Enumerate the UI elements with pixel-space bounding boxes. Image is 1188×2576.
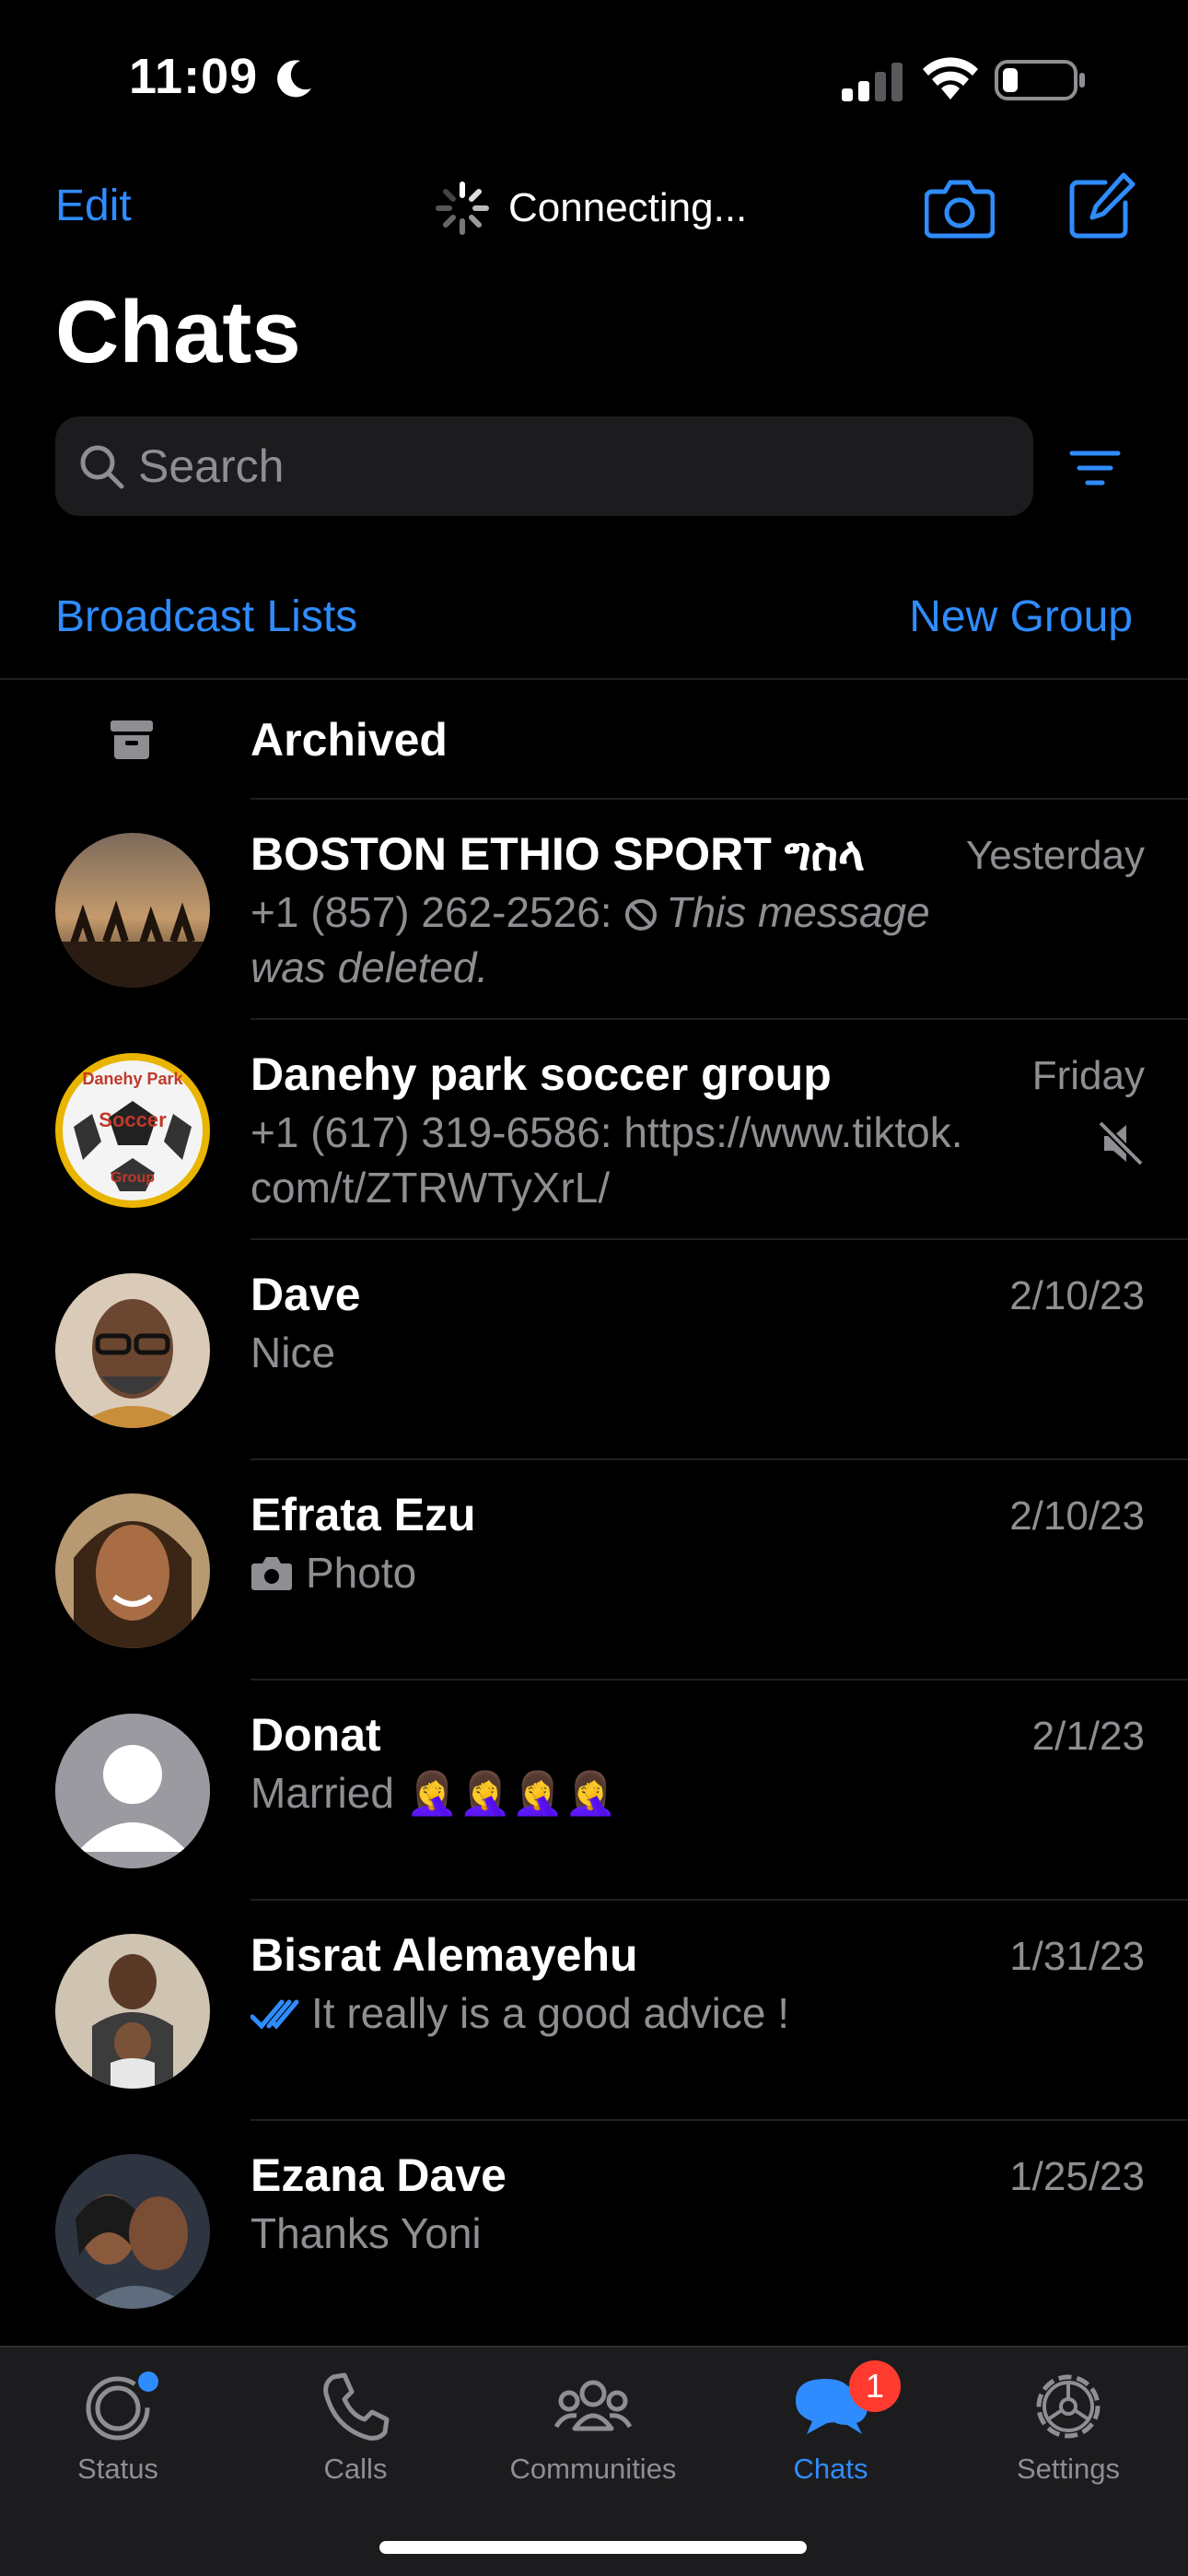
svg-text:Soccer: Soccer (99, 1108, 167, 1131)
moon-icon (277, 60, 311, 98)
tab-label: Chats (793, 2453, 868, 2485)
tab-calls[interactable]: Calls (254, 2368, 457, 2486)
tab-label: Status (77, 2453, 158, 2485)
connection-status: Connecting... (435, 181, 747, 236)
chat-time: 2/1/23 (1031, 1714, 1145, 1759)
connecting-label: Connecting... (508, 185, 748, 230)
avatar (55, 2154, 210, 2309)
phone-icon (323, 2372, 390, 2441)
search-icon (80, 445, 124, 489)
svg-text:Group: Group (111, 1170, 155, 1186)
chat-preview: Photo (250, 1545, 969, 1600)
avatar (55, 833, 210, 988)
chat-row[interactable]: Efrata Ezu 2/10/23 Photo (0, 1460, 1188, 1680)
search-placeholder: Search (138, 440, 285, 492)
edit-button[interactable]: Edit (55, 181, 132, 231)
avatar: Danehy Park Soccer Group (55, 1053, 210, 1208)
chat-preview: Married 🤦‍♀️🤦‍♀️🤦‍♀️🤦‍♀️ (250, 1769, 617, 1817)
deleted-icon (625, 899, 658, 931)
avatar (55, 1714, 210, 1868)
chat-message: Photo (306, 1549, 417, 1597)
chat-message: It really is a good advice ! (311, 1989, 790, 2037)
broadcast-lists-link[interactable]: Broadcast Lists (55, 591, 357, 642)
status-time: 11:09 (129, 49, 259, 104)
unread-badge: 1 (849, 2360, 901, 2412)
chat-time: 1/25/23 (1009, 2154, 1145, 2199)
divider (0, 678, 1188, 680)
chat-time: Yesterday (965, 833, 1145, 878)
spinner-icon (436, 181, 489, 235)
chat-time: Friday (1031, 1053, 1145, 1098)
filter-icon[interactable] (1068, 446, 1122, 490)
search-input[interactable]: Search (55, 416, 1033, 516)
chat-time: 2/10/23 (1009, 1273, 1145, 1318)
communities-icon (553, 2380, 633, 2431)
chat-name: Ezana Dave (250, 2149, 507, 2201)
chat-preview: It really is a good advice ! (250, 1985, 969, 2041)
chat-sender: +1 (617) 319-6586 (250, 1108, 600, 1156)
chat-preview: +1 (617) 319-6586: https://www.tiktok.co… (250, 1105, 969, 1215)
status-unread-dot (138, 2371, 158, 2392)
avatar (55, 1493, 210, 1648)
archived-row[interactable]: Archived (0, 682, 1188, 800)
svg-text:Danehy Park: Danehy Park (82, 1070, 183, 1088)
camera-icon[interactable] (925, 175, 995, 240)
chat-row[interactable]: Donat 2/1/23 Married 🤦‍♀️🤦‍♀️🤦‍♀️🤦‍♀️ (0, 1680, 1188, 1901)
camera-icon (251, 1557, 292, 1590)
tab-communities[interactable]: Communities (492, 2368, 694, 2486)
avatar (55, 1934, 210, 2089)
chat-row[interactable]: Bisrat Alemayehu 1/31/23 It really is a … (0, 1901, 1188, 2121)
chat-row[interactable]: Dave 2/10/23 Nice (0, 1240, 1188, 1460)
archive-icon (111, 720, 153, 759)
tab-chats[interactable]: 1 Chats (729, 2360, 932, 2486)
chat-preview: +1 (857) 262-2526: This message was dele… (250, 884, 969, 995)
new-group-link[interactable]: New Group (909, 591, 1133, 642)
cellular-signal-icon (842, 63, 903, 101)
tab-label: Settings (1016, 2453, 1120, 2485)
tab-label: Communities (509, 2453, 677, 2485)
avatar (55, 1273, 210, 1428)
chat-preview: Nice (250, 1329, 336, 1376)
chat-name: Dave (250, 1269, 361, 1320)
chat-row[interactable]: Danehy Park Soccer Group Danehy park soc… (0, 1020, 1188, 1240)
gear-icon (1036, 2374, 1101, 2439)
chat-name: Danehy park soccer group (250, 1048, 832, 1100)
home-indicator (379, 2541, 807, 2554)
chat-row[interactable]: BOSTON ETHIO SPORT ግስላ Yesterday +1 (857… (0, 800, 1188, 1020)
chat-time: 2/10/23 (1009, 1493, 1145, 1539)
chat-list: BOSTON ETHIO SPORT ግስላ Yesterday +1 (857… (0, 800, 1188, 2341)
chat-time: 1/31/23 (1009, 1934, 1145, 1979)
chat-name: BOSTON ETHIO SPORT ግስላ (250, 828, 866, 880)
compose-icon[interactable] (1068, 171, 1136, 240)
chat-row[interactable]: Ezana Dave 1/25/23 Thanks Yoni (0, 2121, 1188, 2341)
archived-label: Archived (250, 714, 448, 766)
muted-speaker-icon (1098, 1120, 1144, 1166)
wifi-icon (923, 57, 978, 100)
chat-name: Donat (250, 1709, 381, 1761)
battery-icon (995, 60, 1085, 100)
chat-preview: Thanks Yoni (250, 2209, 482, 2257)
tab-settings[interactable]: Settings (967, 2368, 1170, 2486)
chat-name: Bisrat Alemayehu (250, 1929, 638, 1981)
chat-name: Efrata Ezu (250, 1489, 476, 1540)
status-bar: 11:09 (0, 0, 1188, 157)
tab-label: Calls (323, 2453, 388, 2485)
page-title: Chats (55, 283, 301, 381)
double-check-icon (250, 1999, 299, 2030)
tab-status[interactable]: Status (17, 2368, 219, 2486)
chat-sender: +1 (857) 262-2526: (250, 888, 624, 936)
